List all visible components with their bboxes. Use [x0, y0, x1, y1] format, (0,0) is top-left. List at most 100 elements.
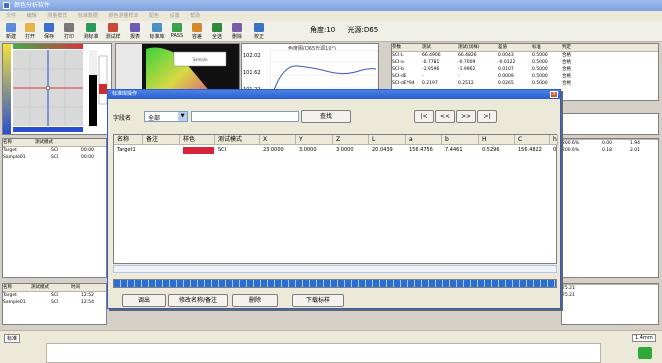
col-swatch[interactable]: 样色: [180, 135, 215, 145]
progress-fill: [114, 280, 556, 287]
dialog-title-bar: 标准库操作: [108, 90, 560, 99]
table-row[interactable]: 200.6% 0.00 1.94: [562, 140, 658, 147]
col-l[interactable]: L: [369, 135, 406, 145]
row-mode: SCI: [218, 147, 227, 153]
sample-list: 名称 测试模式 时间 Target SCI 12:52 Sample01 SCI 12:…: [2, 283, 107, 325]
menu-file[interactable]: 文件: [6, 13, 16, 19]
toolbar-print-button[interactable]: 打印: [60, 23, 78, 41]
lab-plot: [3, 44, 108, 134]
standard-library-icon: [152, 23, 162, 32]
toolbar-delete-button[interactable]: 删除: [228, 23, 246, 41]
toolbar-open-button[interactable]: 打开: [21, 23, 39, 41]
list-item[interactable]: Target SCI 00:00: [3, 147, 106, 154]
table-row[interactable]: SCI-a -0.7781 -0.7009 -0.0122 0.5000 合格: [392, 59, 658, 66]
col-b[interactable]: b: [442, 135, 479, 145]
observer-angle: 角度:10: [310, 26, 336, 34]
toolbar-measure-sample-button[interactable]: 测试样: [104, 23, 122, 41]
toolbar-tolerance-button[interactable]: 容差: [188, 23, 206, 41]
load-button[interactable]: 调出: [122, 294, 166, 307]
aperture-select[interactable]: 1.4mm: [632, 334, 656, 342]
row-x: 23.0000: [263, 147, 284, 153]
svg-text:Sample: Sample: [193, 57, 209, 62]
first-record-button[interactable]: |<: [414, 110, 434, 123]
col-z[interactable]: Z: [333, 135, 369, 145]
chevron-down-icon[interactable]: ▼: [178, 112, 187, 121]
search-input[interactable]: [191, 111, 299, 122]
table-row[interactable]: 200.6% 0.18 2.01: [562, 147, 658, 154]
list-item[interactable]: Sample01 SCI 00:00: [3, 154, 106, 161]
menu-standard-data[interactable]: 标准数据: [78, 13, 98, 19]
table-row[interactable]: SCI-b -1.9596 -1.9962 0.0107 0.5000 合格: [392, 66, 658, 73]
row-note: [143, 146, 146, 154]
toolbar-new-button[interactable]: 新建: [2, 23, 20, 41]
toolbar-report-button[interactable]: 报表: [126, 23, 144, 41]
toolbar-save-button[interactable]: 保存: [40, 23, 58, 41]
standard-library-dialog: 标准库操作 × 字段名 全部 ▼ 查找 |< << >> >| 名称 备注 样色…: [107, 89, 561, 309]
toolbar-pass-button[interactable]: PASS: [168, 23, 186, 41]
row-y: 3.0000: [299, 147, 317, 153]
horizontal-scrollbar[interactable]: [113, 265, 557, 273]
field-select[interactable]: 全部 ▼: [144, 111, 188, 122]
calibrate-icon: [254, 23, 264, 32]
row-a: 156.4756: [409, 147, 433, 153]
new-file-icon: [6, 23, 16, 32]
device-status-icon: [638, 347, 652, 359]
list-item[interactable]: Target SCI 12:52: [3, 292, 106, 299]
search-button[interactable]: 查找: [301, 110, 351, 123]
open-folder-icon: [25, 23, 35, 32]
table-row[interactable]: SCI-dE*94 0.2197 0.2512 0.0265 0.5000 合格: [392, 80, 658, 87]
window-title-bar: 颜色分析软件: [0, 0, 662, 11]
table-row[interactable]: SCI-dE - -0.0009 0.5000 合格: [392, 73, 658, 80]
illuminant: 光源:D65: [347, 26, 379, 34]
col-hue[interactable]: h: [550, 135, 558, 145]
results-header: 参数 测试 测试(试样) 差值 标准 判定: [392, 44, 658, 52]
app-icon: [3, 2, 10, 9]
delete-button[interactable]: 删除: [232, 294, 278, 307]
right-mini-table: 200.6% 0.00 1.94 200.6% 0.18 2.01: [561, 138, 659, 278]
row-b: 7.4461: [445, 147, 463, 153]
prev-record-button[interactable]: <<: [435, 110, 455, 123]
rename-button[interactable]: 修改名称/备注: [168, 294, 228, 307]
row-name: Target1: [117, 147, 136, 153]
next-record-button[interactable]: >>: [456, 110, 476, 123]
field-select-value: 全部: [148, 115, 161, 122]
table-row[interactable]: 75.21: [562, 292, 658, 299]
menu-measure-mode[interactable]: 测量模式: [47, 13, 67, 19]
menu-settings[interactable]: 设置: [170, 13, 180, 19]
standard-list: 名称 测试模式 Target SCI 00:00 Sample01 SCI 00:00: [2, 138, 107, 278]
col-h[interactable]: H: [479, 135, 515, 145]
measure-standard-icon: [86, 23, 96, 32]
b-axis-gradient: [3, 44, 11, 134]
col-note[interactable]: 备注: [143, 135, 180, 145]
col-name[interactable]: 名称: [114, 135, 143, 145]
last-record-button[interactable]: >|: [477, 110, 497, 123]
menu-help[interactable]: 帮助: [190, 13, 200, 19]
window-title: 颜色分析软件: [14, 2, 51, 9]
dialog-title: 标准库操作: [112, 91, 138, 97]
col-y[interactable]: Y: [296, 135, 333, 145]
table-row[interactable]: SCI-L 66.4906 66.4826 0.0043 0.5000 合格: [392, 52, 658, 59]
toolbar-select-all-button[interactable]: 全选: [208, 23, 226, 41]
menu-sample[interactable]: 颜色测量样本: [108, 13, 138, 19]
col-a[interactable]: a: [406, 135, 442, 145]
delete-icon: [232, 23, 242, 32]
pass-icon: [172, 23, 182, 32]
toolbar-calibrate-button[interactable]: 校正: [250, 23, 268, 41]
col-x[interactable]: X: [260, 135, 296, 145]
close-icon[interactable]: ×: [550, 91, 558, 98]
menu-match[interactable]: 配色: [149, 13, 159, 19]
menu-edit[interactable]: 编辑: [27, 13, 37, 19]
sample-list-header: 名称 测试模式 时间: [3, 284, 106, 292]
col-mode[interactable]: 测试模式: [215, 135, 260, 145]
col-c[interactable]: C: [515, 135, 550, 145]
menu-bar: 文件 编辑 测量模式 标准数据 颜色测量样本 配色 设置 帮助: [0, 11, 662, 21]
toolbar-measure-standard-button[interactable]: 测标准: [82, 23, 100, 41]
report-icon: [130, 23, 140, 32]
lab-plot-panel: [2, 43, 112, 135]
table-row[interactable]: Target1 SCI 23.0000 3.0000 3.0000 20.043…: [114, 146, 556, 155]
download-standard-button[interactable]: 下载标样: [292, 294, 344, 307]
print-icon: [64, 23, 74, 32]
table-row[interactable]: 75.21: [562, 285, 658, 292]
list-item[interactable]: Sample01 SCI 12:54: [3, 299, 106, 306]
toolbar-standard-library-button[interactable]: 标准库: [148, 23, 166, 41]
